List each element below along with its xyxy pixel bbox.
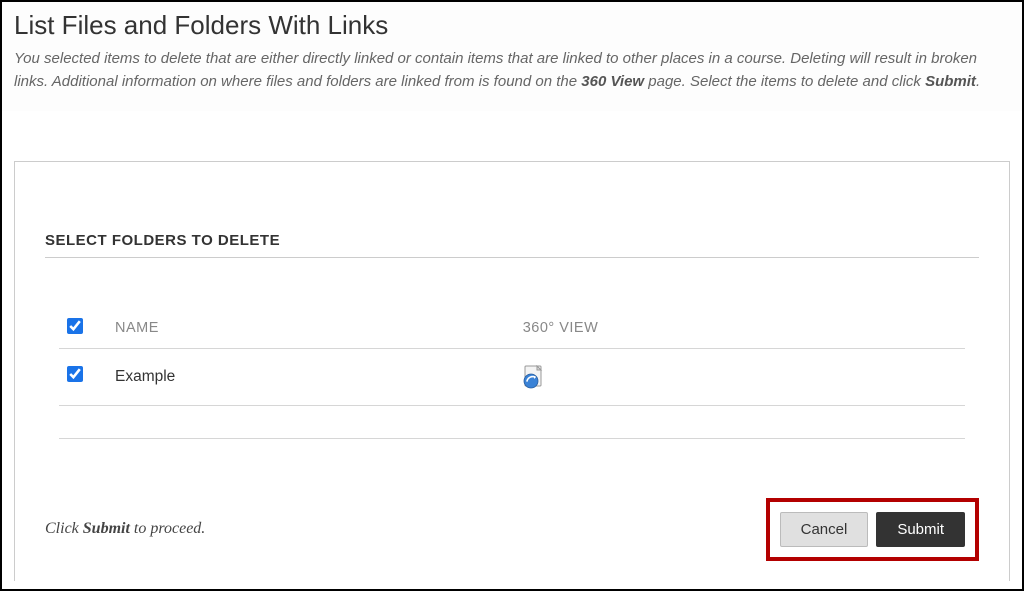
desc-text-2: page. Select the items to delete and cli… [644,73,925,90]
proceed-pre: Click [45,520,83,537]
action-button-group: Cancel Submit [766,498,979,561]
page-title: List Files and Folders With Links [14,10,1010,41]
submit-button[interactable]: Submit [876,512,965,547]
section-heading: SELECT FOLDERS TO DELETE [45,232,979,258]
page-description: You selected items to delete that are ei… [14,47,1010,94]
column-360view-header: 360° VIEW [515,308,965,349]
table-header-row: NAME 360° VIEW [59,308,965,349]
table-spacer-row [59,405,965,438]
folder-table: NAME 360° VIEW Example [59,308,965,439]
page-header: List Files and Folders With Links You se… [2,2,1022,111]
desc-bold-1: 360 View [581,73,644,90]
folder-table-wrap: NAME 360° VIEW Example [45,308,979,439]
proceed-post: to proceed. [130,520,205,537]
row-checkbox[interactable] [67,366,83,382]
proceed-bold: Submit [83,520,130,537]
360view-icon[interactable] [523,365,545,389]
proceed-text: Click Submit to proceed. [45,520,205,538]
row-name: Example [107,348,515,405]
desc-text-3: . [976,73,980,90]
footer-row: Click Submit to proceed. Cancel Submit [45,498,979,561]
content-card: SELECT FOLDERS TO DELETE NAME 360° VIEW [14,161,1010,581]
select-all-checkbox[interactable] [67,318,83,334]
table-row: Example [59,348,965,405]
desc-bold-2: Submit [925,73,976,90]
column-select-all [59,308,107,349]
column-name-header: NAME [107,308,515,349]
page-frame: List Files and Folders With Links You se… [0,0,1024,591]
cancel-button[interactable]: Cancel [780,512,869,547]
